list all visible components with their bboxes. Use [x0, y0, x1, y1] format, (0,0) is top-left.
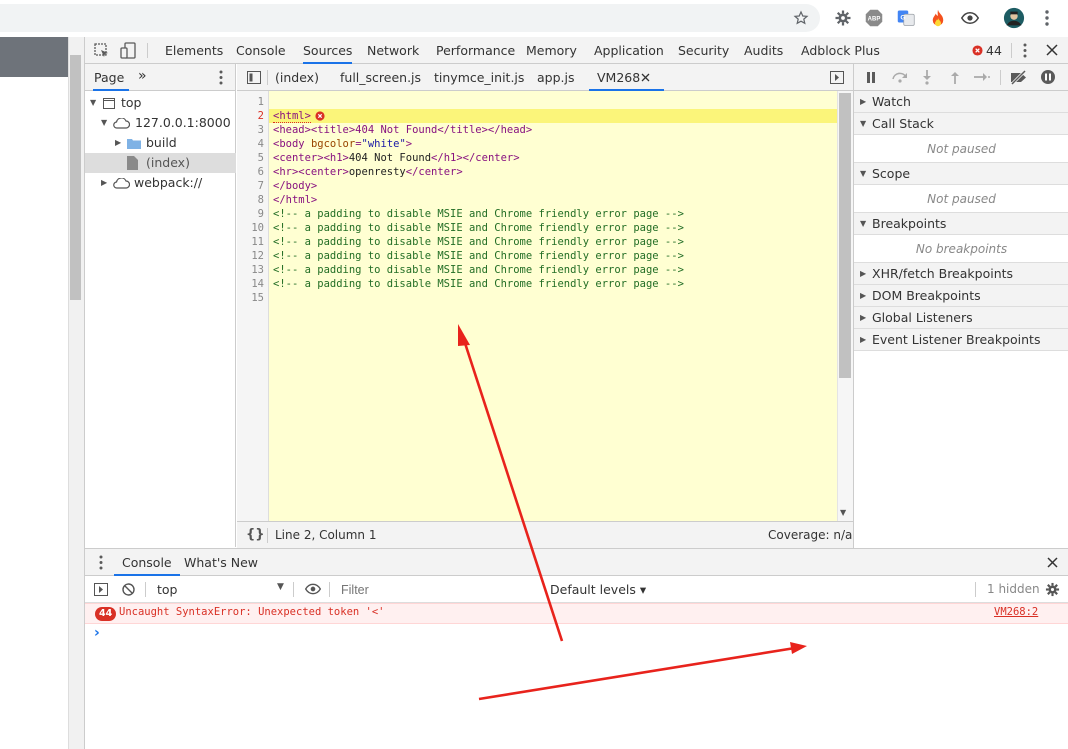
annotation-arrow-right	[478, 642, 807, 701]
annotation-arrows	[458, 324, 807, 701]
annotation-arrow-up	[458, 324, 564, 642]
